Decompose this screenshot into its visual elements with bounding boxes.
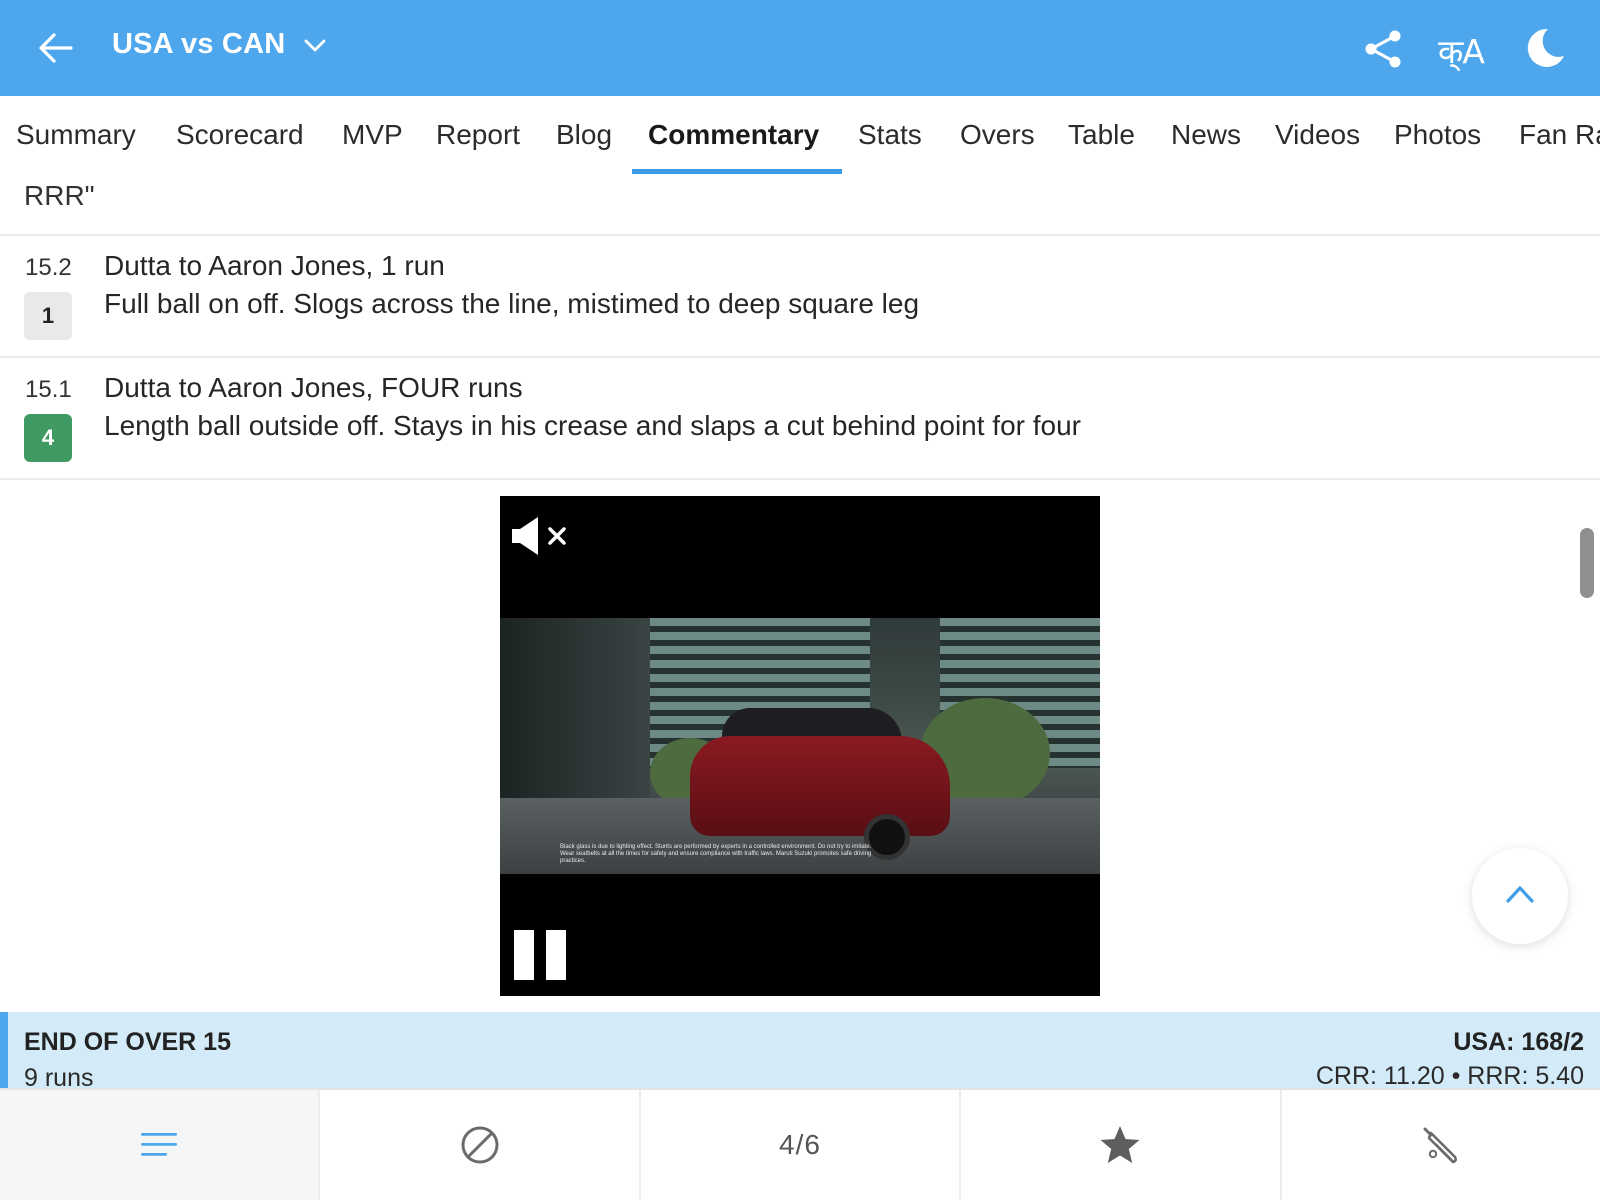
tab-scorecard[interactable]: Scorecard (160, 96, 320, 174)
runs-badge: 4 (24, 414, 72, 462)
star-icon (1100, 1126, 1140, 1163)
bat-icon (1423, 1127, 1457, 1164)
nav-live-ball[interactable] (320, 1090, 641, 1200)
language-toggle[interactable]: क्A (1438, 28, 1485, 73)
menu-icon (141, 1133, 178, 1156)
page-indicator: 4/6 (779, 1129, 821, 1160)
tab-commentary[interactable]: Commentary (632, 96, 842, 174)
tab-bar: Summary Scorecard MVP Report Blog Commen… (0, 96, 1600, 174)
share-icon[interactable] (1362, 28, 1404, 70)
commentary-item: 15.2 1 Dutta to Aaron Jones, 1 run Full … (0, 236, 1600, 356)
top-bar: USA vs CAN क्A (0, 0, 1600, 96)
commentary-item: 15.1 4 Dutta to Aaron Jones, FOUR runs L… (0, 358, 1600, 478)
ad-disclaimer: Black glass is due to lighting effect. S… (560, 844, 872, 864)
nav-page-indicator[interactable]: 4/6 (641, 1090, 962, 1200)
commentary-description: Length ball outside off. Stays in his cr… (104, 410, 1081, 441)
video-scene-car (690, 736, 950, 836)
video-frame: Black glass is due to lighting effect. S… (500, 618, 1100, 874)
muted-speaker-icon[interactable] (510, 516, 574, 556)
truncated-text: RRR" (24, 180, 95, 211)
chevron-down-icon (304, 39, 326, 51)
back-arrow-icon[interactable] (38, 30, 74, 66)
dark-mode-moon-icon[interactable] (1522, 26, 1566, 70)
tab-report[interactable]: Report (420, 96, 536, 174)
tab-stats[interactable]: Stats (842, 96, 938, 174)
nav-favorites[interactable] (961, 1090, 1282, 1200)
tab-summary[interactable]: Summary (0, 96, 152, 174)
chevron-up-icon (1506, 886, 1534, 903)
end-of-over-title: END OF OVER 15 (24, 1028, 231, 1056)
over-ball-number: 15.1 (25, 376, 72, 403)
app-root: USA vs CAN क्A Summary Scorecard MVP Rep… (0, 0, 1600, 1200)
tab-videos[interactable]: Videos (1259, 96, 1376, 174)
tab-overs[interactable]: Overs (944, 96, 1051, 174)
over-ball-number: 15.2 (25, 254, 72, 281)
end-of-over-summary: END OF OVER 15 9 runs USA: 168/2 CRR: 11… (0, 1012, 1600, 1092)
commentary-description: Full ball on off. Slogs across the line,… (104, 288, 920, 319)
tab-table[interactable]: Table (1052, 96, 1151, 174)
ball-icon (461, 1126, 499, 1164)
scroll-to-top-button[interactable] (1472, 848, 1568, 944)
runs-badge: 1 (24, 292, 72, 340)
run-rates: CRR: 11.20 • RRR: 5.40 (1315, 1062, 1584, 1090)
tab-news[interactable]: News (1155, 96, 1257, 174)
video-ad-player[interactable]: Black glass is due to lighting effect. S… (500, 496, 1100, 996)
team-score: USA: 168/2 (1453, 1028, 1584, 1056)
commentary-title: Dutta to Aaron Jones, FOUR runs (104, 372, 523, 403)
tab-blog[interactable]: Blog (540, 96, 628, 174)
match-title: USA vs CAN (112, 28, 286, 60)
pause-icon[interactable] (514, 930, 566, 980)
commentary-title: Dutta to Aaron Jones, 1 run (104, 250, 445, 281)
bottom-nav: 4/6 (0, 1088, 1600, 1200)
scrollbar-thumb[interactable] (1580, 528, 1594, 598)
nav-menu[interactable] (0, 1090, 321, 1200)
tab-fan-ratings[interactable]: Fan Ra (1503, 96, 1600, 174)
nav-cricket-bat[interactable] (1282, 1090, 1600, 1200)
tab-mvp[interactable]: MVP (326, 96, 419, 174)
match-selector[interactable]: USA vs CAN (112, 28, 327, 61)
divider (0, 478, 1600, 480)
tab-photos[interactable]: Photos (1378, 96, 1497, 174)
